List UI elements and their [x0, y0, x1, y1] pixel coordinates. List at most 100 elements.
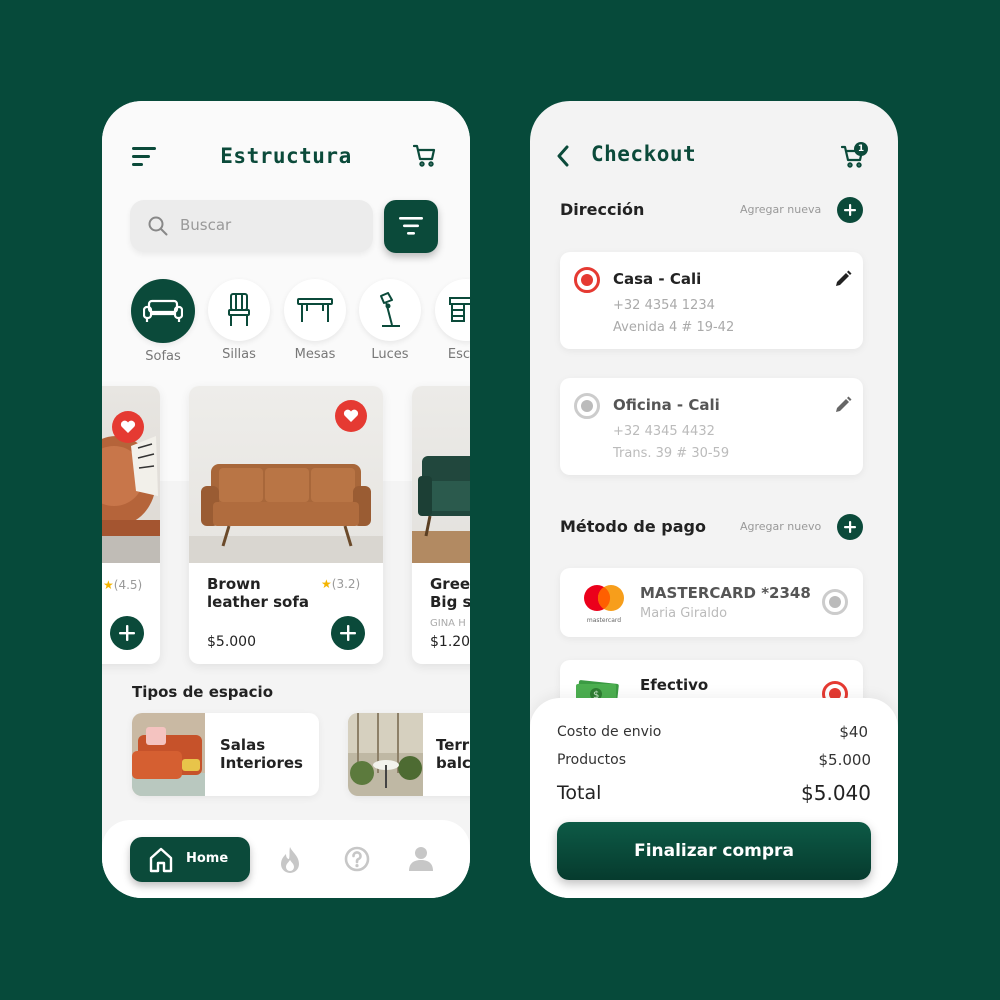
category-mesas[interactable]: Mesas [283, 279, 347, 362]
category-label: Sofas [145, 349, 181, 364]
home-screen: Estructura Buscar Sofas Sillas Mesas Luc… [102, 101, 470, 898]
total-label: Total [557, 782, 602, 804]
search-input[interactable]: Buscar [130, 200, 373, 252]
category-sillas[interactable]: Sillas [207, 279, 271, 362]
add-payment-link[interactable]: Agregar nuevo [740, 520, 821, 533]
mastercard-logo-text: mastercard [586, 617, 622, 624]
favorite-heart-icon[interactable] [112, 411, 144, 443]
space-name-line1: Salas [220, 736, 266, 754]
address-section-title: Dirección [560, 200, 645, 219]
product-name-line1: Brown [207, 575, 261, 593]
products-value: $5.000 [818, 751, 872, 769]
space-name: Salas Interiores [220, 736, 303, 772]
finalize-purchase-button[interactable]: Finalizar compra [557, 822, 871, 880]
help-icon[interactable] [344, 846, 370, 876]
cart-icon[interactable] [412, 144, 437, 172]
product-image [412, 386, 470, 563]
payment-card[interactable]: mastercard MASTERCARD *2348 Maria Girald… [560, 568, 863, 637]
search-icon [148, 216, 168, 236]
checkout-screen: Checkout 1 Dirección Agregar nueva Casa … [530, 101, 898, 898]
address-radio[interactable] [574, 393, 600, 419]
address-name: Oficina - Cali [613, 396, 720, 414]
shipping-value: $40 [839, 723, 868, 741]
space-card[interactable]: Terr balc [348, 713, 470, 796]
rating-value: (4.5) [113, 578, 143, 592]
payment-holder: Maria Giraldo [640, 606, 728, 621]
payment-radio[interactable] [822, 589, 848, 615]
desk-icon [449, 297, 470, 322]
product-price: $1.200 [430, 634, 470, 650]
rating-value: (3.2) [331, 577, 361, 591]
add-to-cart-button[interactable] [110, 616, 144, 650]
product-brand: GINA H [430, 618, 466, 629]
sofa-icon [143, 299, 183, 322]
product-name-line2: Big so [430, 593, 470, 611]
star-icon: ★ [321, 577, 332, 591]
address-card[interactable]: Casa - Cali +32 4354 1234 Avenida 4 # 19… [560, 252, 863, 349]
mastercard-logo: mastercard [582, 584, 626, 624]
product-name-line1: Green [430, 575, 470, 593]
plus-icon [119, 625, 135, 641]
address-card[interactable]: Oficina - Cali +32 4345 4432 Trans. 39 #… [560, 378, 863, 475]
address-phone: +32 4354 1234 [613, 298, 715, 313]
payment-section-title: Método de pago [560, 517, 706, 536]
profile-icon[interactable] [408, 846, 434, 876]
order-summary: Costo de envio $40 Productos $5.000 Tota… [530, 698, 898, 898]
add-address-button[interactable] [837, 197, 863, 223]
product-name: GreenBig so [430, 575, 470, 611]
space-image [348, 713, 423, 796]
space-name: Terr balc [436, 736, 470, 772]
address-street: Trans. 39 # 30-59 [613, 446, 730, 461]
address-radio[interactable] [574, 267, 600, 293]
category-label: Sillas [222, 347, 256, 362]
product-rating: ★(3.2) [321, 577, 360, 591]
product-card[interactable]: ★(4.5) [102, 386, 160, 664]
category-label: Escrit [447, 347, 470, 362]
product-price: $5.000 [207, 634, 256, 650]
search-placeholder: Buscar [180, 216, 232, 234]
category-luces[interactable]: Luces [358, 279, 422, 362]
cart-icon[interactable]: 1 [840, 142, 868, 174]
table-icon [297, 298, 333, 322]
products-label: Productos [557, 752, 627, 768]
address-street: Avenida 4 # 19-42 [613, 320, 735, 335]
filter-icon [399, 217, 423, 235]
category-label: Mesas [294, 347, 336, 362]
bottom-nav: Home [102, 820, 470, 898]
space-name-line2: balc [436, 754, 470, 772]
category-label: Luces [371, 347, 409, 362]
shipping-label: Costo de envio [557, 724, 662, 740]
total-value: $5.040 [801, 781, 871, 805]
space-card[interactable]: Salas Interiores [132, 713, 319, 796]
product-rating: ★(4.5) [103, 578, 142, 592]
category-sofas[interactable]: Sofas [131, 279, 195, 364]
add-address-link[interactable]: Agregar nueva [740, 203, 821, 216]
chair-icon [228, 293, 250, 326]
home-icon [149, 847, 173, 873]
fire-icon[interactable] [278, 846, 302, 878]
product-name: Brown leather sofa [207, 575, 309, 611]
space-name-line1: Terr [436, 736, 470, 754]
product-card[interactable]: Brown leather sofa ★(3.2) $5.000 [189, 386, 383, 664]
product-name-line2: leather sofa [207, 593, 309, 611]
cart-count-badge: 1 [854, 142, 868, 156]
lamp-icon [380, 292, 400, 327]
nav-home-button[interactable]: Home [130, 837, 250, 882]
add-to-cart-button[interactable] [331, 616, 365, 650]
edit-pencil-icon[interactable] [834, 270, 852, 292]
category-escritorios[interactable]: Escrit [434, 279, 470, 362]
add-payment-button[interactable] [837, 514, 863, 540]
favorite-heart-icon[interactable] [335, 400, 367, 432]
payment-name: Efectivo [640, 676, 709, 694]
filter-button[interactable] [384, 200, 438, 253]
plus-icon [844, 204, 856, 216]
star-icon: ★ [103, 578, 114, 592]
plus-icon [844, 521, 856, 533]
edit-pencil-icon[interactable] [834, 396, 852, 418]
page-title: Checkout [591, 142, 697, 166]
back-chevron-icon[interactable] [556, 145, 570, 171]
product-card[interactable]: GreenBig so GINA H $1.200 [412, 386, 470, 664]
address-phone: +32 4345 4432 [613, 424, 715, 439]
spaces-title: Tipos de espacio [132, 683, 273, 701]
space-image [132, 713, 205, 796]
